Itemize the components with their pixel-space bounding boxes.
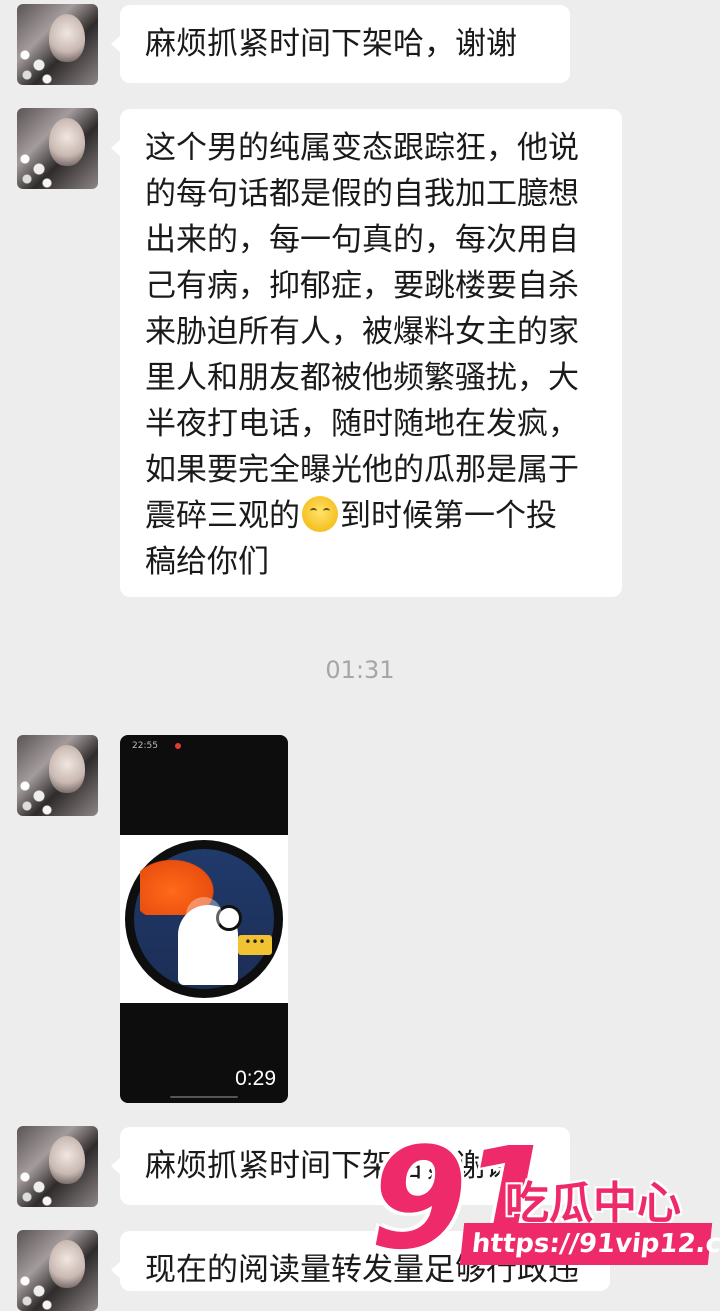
message-text-line: 这个男的纯属变态跟踪狂，他说: [145, 130, 579, 166]
watermark-brand: 吃瓜中心: [505, 1178, 681, 1229]
avatar[interactable]: [17, 108, 98, 189]
message-text-line: 如果要完全曝光他的瓜那是属于: [145, 452, 579, 488]
message-text-line: 半夜打电话，随时随地在发疯，: [145, 406, 579, 442]
recording-dot-icon: [175, 743, 181, 749]
message-text: 麻烦抓紧时间下架哈，谢谢: [145, 26, 517, 62]
timestamp: 01:31: [325, 656, 395, 684]
message-text-line: 震碎三观的 到时候第一个投: [145, 496, 557, 534]
video-message[interactable]: 22:55 ••• 0:29: [120, 735, 288, 1103]
message-text-line: 稿给你们: [145, 544, 269, 580]
watermark-logo: 91 吃瓜中心 https://91vip12.com: [370, 1125, 720, 1280]
message-text-line: 来胁迫所有人，被爆料女主的家: [145, 314, 579, 350]
avatar[interactable]: [17, 1126, 98, 1207]
avatar[interactable]: [17, 1230, 98, 1311]
message-text-line: 里人和朋友都被他频繁骚扰，大: [145, 360, 579, 396]
message-bubble[interactable]: 麻烦抓紧时间下架哈，谢谢: [111, 5, 570, 83]
message-bubble[interactable]: 这个男的纯属变态跟踪狂，他说 的每句话都是假的自我加工臆想 出来的，每一句真的，…: [111, 109, 622, 597]
message-text-line: 的每句话都是假的自我加工臆想: [145, 176, 579, 212]
play-icon[interactable]: [186, 897, 222, 933]
video-status-time: 22:55: [132, 741, 158, 751]
message-text-line: 出来的，每一句真的，每次用自: [145, 222, 579, 258]
avatar[interactable]: [17, 735, 98, 816]
watermark-url: https://91vip12.com: [459, 1223, 720, 1265]
speech-bubble-icon: •••: [238, 935, 272, 955]
avatar[interactable]: [17, 4, 98, 85]
video-progress-track: [170, 1096, 238, 1098]
message-text-line: 己有病，抑郁症，要跳楼要自杀: [145, 268, 579, 304]
smiling-face-icon: [302, 496, 338, 532]
video-duration: 0:29: [235, 1067, 276, 1090]
